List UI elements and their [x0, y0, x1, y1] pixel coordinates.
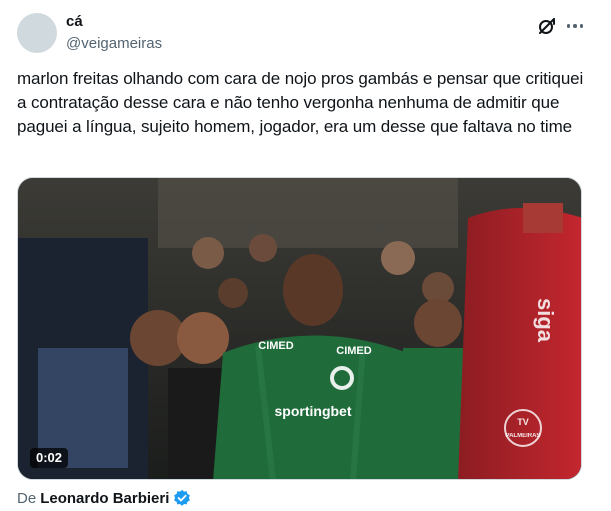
verified-badge-icon: [174, 489, 191, 506]
video-player[interactable]: sportingbet CIMED CIMED siga TV PALMEIRA…: [17, 177, 582, 480]
author-display-name[interactable]: cá: [66, 13, 83, 30]
more-options-icon[interactable]: [563, 14, 587, 38]
avatar[interactable]: [17, 13, 57, 53]
svg-text:PALMEIRAS: PALMEIRAS: [506, 433, 541, 439]
tweet-card: cá @veigameiras marlon freitas olhando c…: [0, 0, 611, 511]
video-duration-badge: 0:02: [30, 448, 69, 468]
svg-text:siga: siga: [533, 298, 558, 343]
jersey-sponsor-chest: sportingbet: [275, 403, 352, 419]
jersey-sponsor-shoulder-left: CIMED: [258, 340, 294, 352]
attribution-source-name[interactable]: Leonardo Barbieri: [40, 490, 169, 507]
author-handle[interactable]: @veigameiras: [66, 35, 162, 52]
attribution-prefix: De: [17, 489, 37, 507]
source-attribution: De Leonardo Barbieri: [17, 489, 191, 507]
svg-text:TV: TV: [517, 417, 529, 427]
video-frame: sportingbet CIMED CIMED siga TV PALMEIRA…: [18, 178, 581, 479]
grok-icon[interactable]: [537, 16, 557, 36]
tweet-text: marlon freitas olhando com cara de nojo …: [17, 69, 584, 136]
jersey-sponsor-shoulder-right: CIMED: [336, 345, 372, 357]
